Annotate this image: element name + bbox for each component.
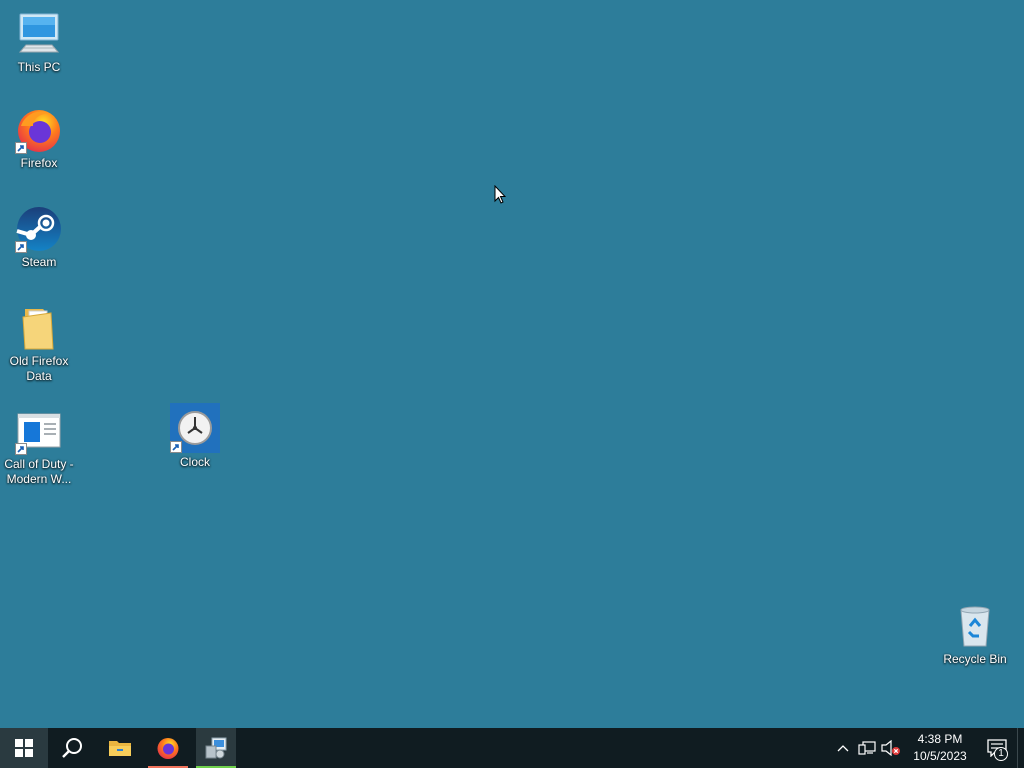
file-explorer-icon bbox=[109, 741, 131, 756]
windows-start-icon bbox=[15, 739, 33, 757]
desktop-icon-this-pc[interactable]: This PC bbox=[0, 10, 78, 75]
show-hidden-icons-button[interactable] bbox=[831, 728, 855, 768]
notification-count-badge: 1 bbox=[994, 747, 1008, 761]
app-installer-icon bbox=[205, 737, 227, 759]
desktop-icon-call-of-duty[interactable]: Call of Duty - Modern W... bbox=[0, 407, 78, 487]
desktop-icon-label: This PC bbox=[17, 60, 61, 74]
shortcut-arrow-icon bbox=[15, 241, 27, 253]
start-button[interactable] bbox=[0, 728, 48, 768]
taskbar-firefox-button[interactable] bbox=[148, 728, 188, 768]
system-tray: 4:38 PM 10/5/2023 1 bbox=[831, 728, 1024, 768]
network-button[interactable] bbox=[855, 728, 879, 768]
show-desktop-button[interactable] bbox=[1017, 728, 1024, 768]
volume-muted-icon bbox=[881, 740, 900, 756]
recycle-bin-icon bbox=[951, 602, 999, 650]
search-button[interactable] bbox=[48, 728, 96, 768]
firefox-icon bbox=[15, 106, 63, 154]
shortcut-arrow-icon bbox=[170, 441, 182, 453]
taskbar-time: 4:38 PM bbox=[917, 732, 963, 746]
desktop-icon-label: Recycle Bin bbox=[943, 652, 1007, 666]
shortcut-arrow-icon bbox=[15, 142, 27, 154]
taskbar-app-installer-button[interactable] bbox=[196, 728, 236, 768]
desktop-icon-label: Old Firefox Data bbox=[9, 354, 69, 383]
desktop-icon-label: Call of Duty - Modern W... bbox=[4, 457, 74, 486]
steam-icon bbox=[15, 205, 63, 253]
mouse-cursor-icon bbox=[494, 185, 506, 204]
action-center-button[interactable]: 1 bbox=[977, 728, 1017, 768]
file-explorer-button[interactable] bbox=[96, 728, 144, 768]
taskbar-clock[interactable]: 4:38 PM 10/5/2023 bbox=[903, 728, 977, 768]
desktop-icon-recycle-bin[interactable]: Recycle Bin bbox=[936, 602, 1014, 667]
desktop-icon-label: Clock bbox=[179, 455, 210, 469]
desktop-icon-firefox[interactable]: Firefox bbox=[0, 106, 78, 171]
folder-icon bbox=[15, 304, 63, 352]
firefox-icon bbox=[157, 738, 179, 759]
desktop-icon-label: Firefox bbox=[20, 156, 58, 170]
desktop-icon-steam[interactable]: Steam bbox=[0, 205, 78, 270]
desktop[interactable]: This PC Firefox Steam Old Firefox Data C… bbox=[0, 0, 1024, 728]
taskbar-date: 10/5/2023 bbox=[913, 749, 967, 763]
computer-icon bbox=[15, 10, 63, 58]
desktop-icon-clock[interactable]: Clock bbox=[156, 403, 234, 470]
clock-icon bbox=[170, 403, 220, 453]
taskbar: 4:38 PM 10/5/2023 1 bbox=[0, 728, 1024, 768]
volume-button[interactable] bbox=[879, 728, 903, 768]
chevron-up-icon bbox=[837, 745, 849, 752]
search-icon bbox=[62, 738, 82, 758]
desktop-icon-label: Steam bbox=[21, 255, 57, 269]
app-window-icon bbox=[15, 407, 63, 455]
network-icon bbox=[858, 741, 876, 755]
shortcut-arrow-icon bbox=[15, 443, 27, 455]
desktop-icon-old-firefox-data[interactable]: Old Firefox Data bbox=[0, 304, 78, 384]
